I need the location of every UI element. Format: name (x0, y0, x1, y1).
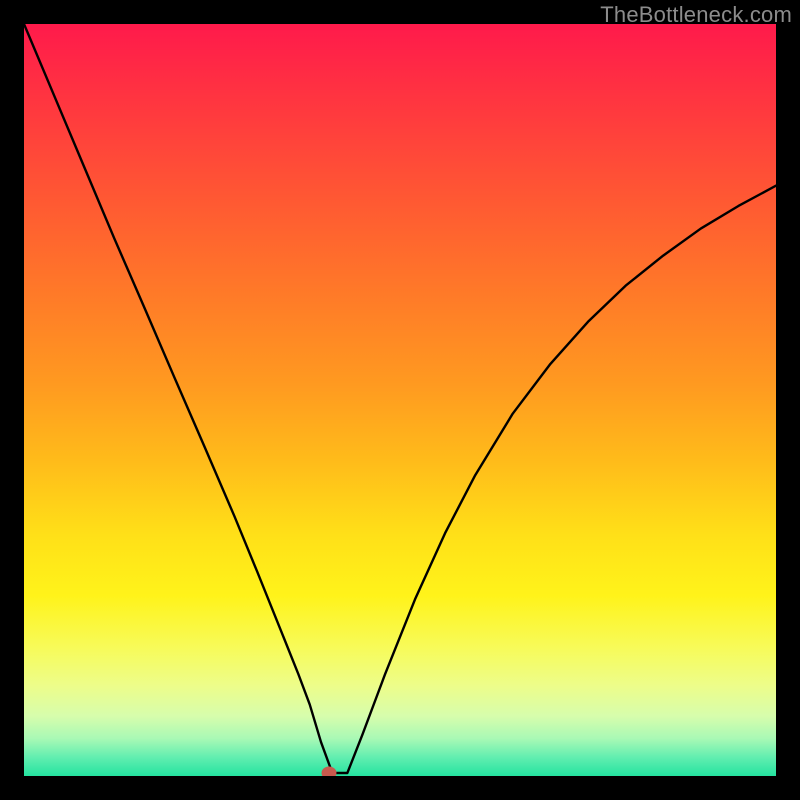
plot-area (24, 24, 776, 776)
bottleneck-curve (24, 24, 776, 776)
optimum-marker (321, 766, 336, 776)
chart-container: TheBottleneck.com (0, 0, 800, 800)
